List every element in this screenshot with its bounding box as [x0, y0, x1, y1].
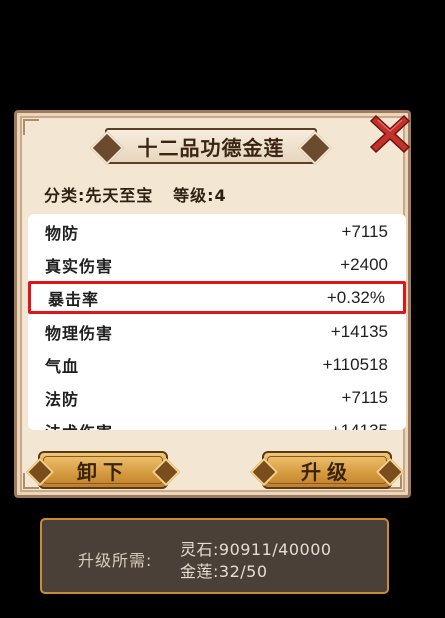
category-level-text: 分类:先天至宝 等级:4 — [44, 186, 227, 205]
unequip-button[interactable]: 卸下 — [25, 451, 181, 489]
stat-row: 法术伤害 +14135 — [45, 420, 388, 431]
stats-list[interactable]: 物防 +7115 真实伤害 +2400 暴击率 +0.32% 物理伤害 +141… — [28, 214, 406, 430]
spirit-stone-cost: 灵石:90911/40000 — [180, 540, 332, 559]
stat-row: 法防 +7115 — [45, 387, 388, 409]
upgrade-button[interactable]: 升级 — [249, 451, 405, 489]
golden-lotus-cost: 金莲:32/50 — [180, 562, 268, 581]
requirements-label: 升级所需: — [78, 551, 153, 570]
stat-row-highlighted: 暴击率 +0.32% — [28, 281, 406, 314]
title-plaque: 十二品功德金莲 — [105, 128, 317, 164]
stat-row: 物理伤害 +14135 — [45, 321, 388, 343]
stat-row: 真实伤害 +2400 — [45, 254, 388, 276]
close-x-icon — [369, 114, 411, 154]
close-button[interactable] — [368, 112, 412, 156]
upgrade-label: 升级 — [301, 459, 353, 484]
item-info: 分类:先天至宝 等级:4 — [44, 182, 227, 206]
corner-ornament — [23, 119, 39, 135]
stat-row: 气血 +110518 — [45, 354, 388, 376]
upgrade-requirements: 升级所需: 灵石:90911/40000 金莲:32/50 — [40, 518, 389, 594]
stat-row: 物防 +7115 — [45, 221, 388, 243]
item-title: 十二品功德金莲 — [137, 135, 285, 160]
unequip-label: 卸下 — [77, 459, 129, 484]
